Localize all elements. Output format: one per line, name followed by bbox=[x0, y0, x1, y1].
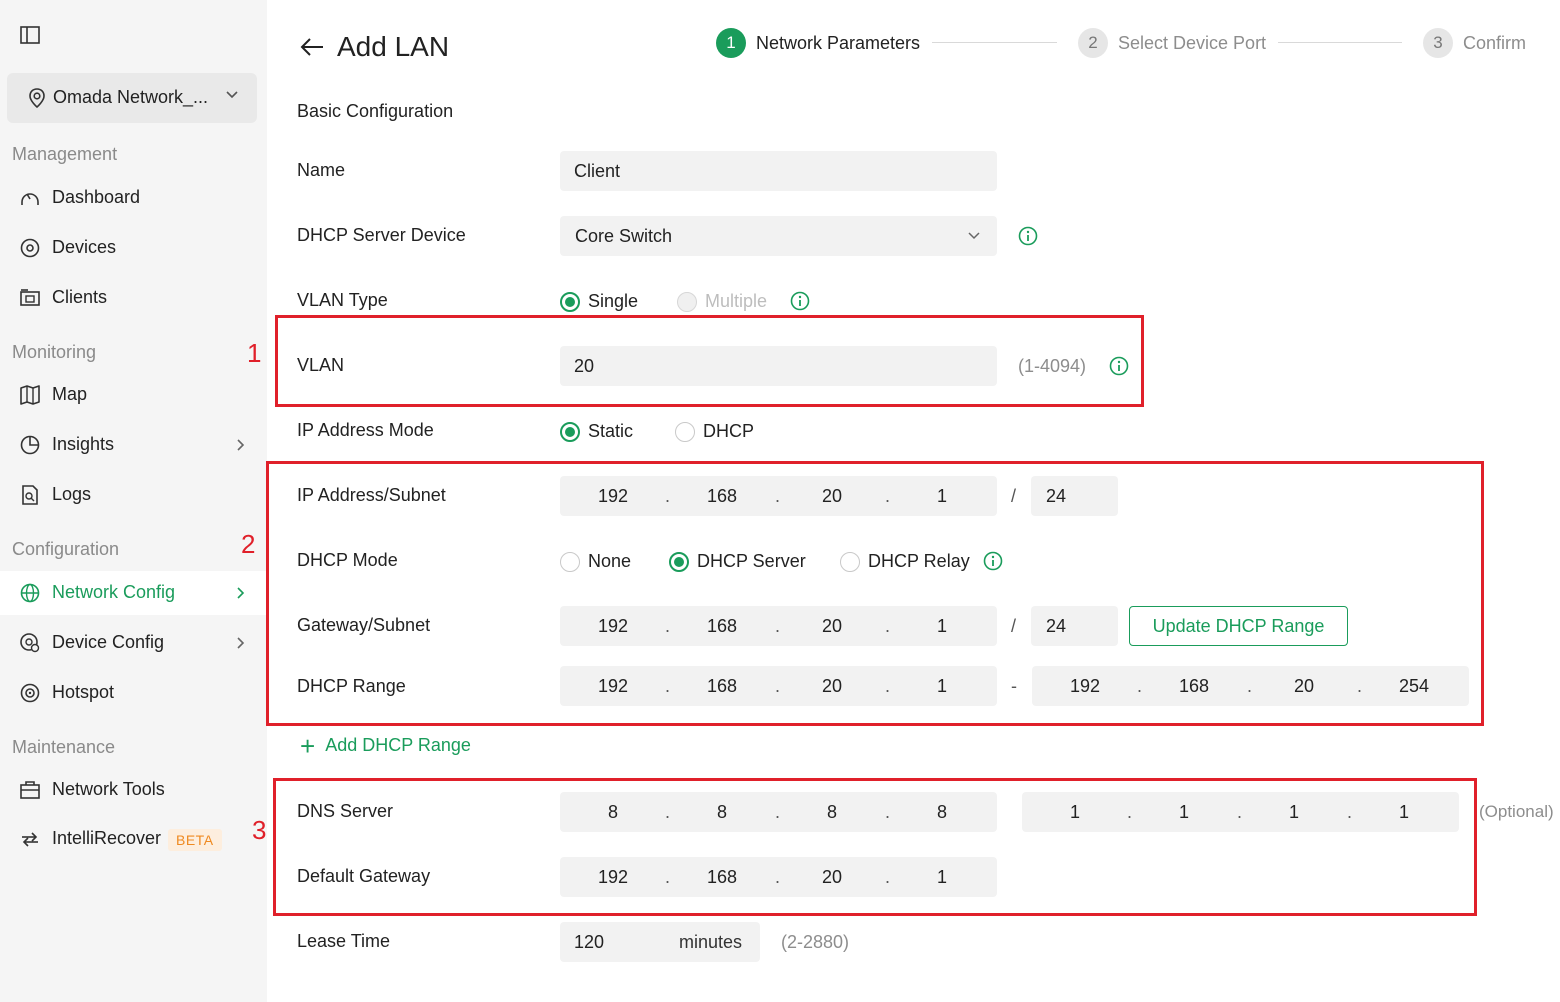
sidebar-item-label: Clients bbox=[52, 287, 108, 307]
dhcp-server-device-select[interactable]: Core Switch bbox=[560, 216, 997, 256]
radio-circle bbox=[560, 291, 580, 312]
sidebar-item-insights[interactable]: Insights bbox=[0, 423, 267, 467]
annotation-box-3 bbox=[273, 778, 1477, 916]
ip-mode-dhcp-radio[interactable]: DHCP bbox=[675, 421, 754, 442]
chevron-right-icon bbox=[237, 439, 245, 451]
chevron-down-icon bbox=[226, 91, 238, 99]
ip-address-mode-label: IP Address Mode bbox=[297, 420, 434, 440]
dhcp-server-device-value: Core Switch bbox=[575, 226, 673, 246]
sidebar-item-network-tools[interactable]: Network Tools bbox=[0, 768, 267, 812]
lease-time-hint: (2-2880) bbox=[781, 932, 850, 952]
site-name: Omada Network_... bbox=[53, 87, 209, 107]
annotation-box-2 bbox=[266, 461, 1484, 726]
name-value: Client bbox=[574, 161, 621, 181]
add-dhcp-range-label: Add DHCP Range bbox=[325, 735, 471, 755]
radio-label: Static bbox=[588, 421, 634, 441]
section-management: Management bbox=[12, 144, 118, 164]
devices-icon bbox=[20, 238, 40, 258]
sidebar-item-device-config[interactable]: Device Config bbox=[0, 621, 267, 665]
sidebar-item-hotspot[interactable]: Hotspot bbox=[0, 671, 267, 715]
chevron-right-icon bbox=[237, 637, 245, 649]
lease-time-unit: minutes bbox=[679, 932, 743, 952]
step-label: Confirm bbox=[1463, 32, 1527, 53]
annotation-number-1: 1 bbox=[247, 338, 262, 368]
chevron-right-icon bbox=[237, 587, 245, 599]
annotation-number-3: 3 bbox=[252, 815, 267, 845]
vlan-type-single-radio[interactable]: Single bbox=[560, 291, 638, 312]
step-connector bbox=[1278, 42, 1402, 43]
globe-icon bbox=[20, 583, 40, 603]
plus-icon: + bbox=[300, 730, 316, 761]
lease-time-label: Lease Time bbox=[297, 931, 391, 951]
radio-label: DHCP bbox=[703, 421, 755, 441]
step-label: Network Parameters bbox=[756, 32, 921, 53]
annotation-box-1 bbox=[275, 315, 1144, 407]
radio-label: Single bbox=[588, 291, 639, 311]
device-config-icon bbox=[20, 633, 40, 653]
name-label: Name bbox=[297, 160, 346, 180]
section-configuration: Configuration bbox=[12, 539, 120, 559]
pie-chart-icon bbox=[20, 435, 40, 455]
sidebar-item-label: IntelliRecover bbox=[52, 828, 162, 848]
step-label: Select Device Port bbox=[1118, 32, 1267, 53]
logs-icon bbox=[22, 485, 38, 505]
section-monitoring: Monitoring bbox=[12, 342, 97, 362]
section-basic-configuration: Basic Configuration bbox=[297, 101, 454, 121]
dhcp-server-device-label: DHCP Server Device bbox=[297, 225, 466, 245]
sidebar-item-network-config[interactable]: Network Config bbox=[0, 571, 267, 615]
sidebar-item-label: Insights bbox=[52, 434, 115, 454]
site-selector[interactable]: Omada Network_... bbox=[7, 73, 257, 123]
sidebar-item-intellirecover[interactable]: IntelliRecover BETA bbox=[0, 817, 267, 861]
sidebar-item-label: Device Config bbox=[52, 632, 165, 652]
step-network-parameters: 1 Network Parameters bbox=[716, 28, 920, 58]
chevron-down-icon bbox=[968, 232, 980, 240]
lease-time-value: 120 bbox=[574, 932, 605, 952]
sidebar-item-devices[interactable]: Devices bbox=[0, 226, 267, 270]
hotspot-icon bbox=[20, 683, 40, 703]
vlan-type-multiple-radio[interactable]: Multiple bbox=[677, 291, 767, 312]
vlan-type-label: VLAN Type bbox=[297, 290, 388, 310]
lease-time-input[interactable]: 120 minutes bbox=[560, 922, 760, 962]
step-number: 2 bbox=[1078, 28, 1108, 58]
name-input[interactable]: Client bbox=[560, 151, 997, 191]
sidebar-item-label: Logs bbox=[52, 484, 92, 504]
sidebar-item-label: Dashboard bbox=[52, 187, 141, 207]
back-arrow-icon[interactable] bbox=[300, 37, 324, 57]
annotation-number-2: 2 bbox=[241, 529, 256, 559]
page-title: Add LAN bbox=[337, 31, 450, 62]
sidebar-item-dashboard[interactable]: Dashboard bbox=[0, 176, 267, 220]
radio-circle bbox=[677, 291, 697, 312]
ip-mode-static-radio[interactable]: Static bbox=[560, 421, 633, 442]
step-connector bbox=[932, 42, 1057, 43]
sidebar-item-logs[interactable]: Logs bbox=[0, 473, 267, 517]
sidebar-item-label: Map bbox=[52, 384, 88, 404]
sidebar-item-label: Network Tools bbox=[52, 779, 165, 799]
map-icon bbox=[20, 385, 40, 405]
sidebar-item-map[interactable]: Map bbox=[0, 373, 267, 417]
step-number: 1 bbox=[716, 28, 746, 58]
beta-badge: BETA bbox=[168, 829, 222, 851]
step-select-device-port: 2 Select Device Port bbox=[1078, 28, 1266, 58]
sidebar: Omada Network_... Management Dashboard D… bbox=[0, 0, 267, 1002]
step-confirm: 3 Confirm bbox=[1423, 28, 1526, 58]
radio-circle bbox=[675, 421, 695, 442]
sidebar-item-label: Hotspot bbox=[52, 682, 115, 702]
clients-icon bbox=[20, 289, 40, 306]
toolbox-icon bbox=[20, 781, 40, 799]
step-number: 3 bbox=[1423, 28, 1453, 58]
radio-circle bbox=[560, 421, 580, 442]
sidebar-item-label: Devices bbox=[52, 237, 117, 257]
sync-arrows-icon bbox=[22, 832, 38, 847]
section-maintenance: Maintenance bbox=[12, 737, 116, 757]
sidebar-item-clients[interactable]: Clients bbox=[0, 276, 267, 320]
dns-optional-hint: (Optional) bbox=[1479, 802, 1554, 821]
sidebar-item-label: Network Config bbox=[52, 582, 176, 602]
dashboard-icon bbox=[21, 193, 39, 205]
add-dhcp-range-link[interactable]: + Add DHCP Range bbox=[300, 730, 471, 761]
location-pin-icon bbox=[29, 88, 45, 109]
sidebar-toggle-icon[interactable] bbox=[20, 26, 40, 44]
info-icon[interactable] bbox=[790, 291, 810, 311]
radio-label: Multiple bbox=[705, 291, 768, 311]
info-icon[interactable] bbox=[1018, 226, 1038, 246]
